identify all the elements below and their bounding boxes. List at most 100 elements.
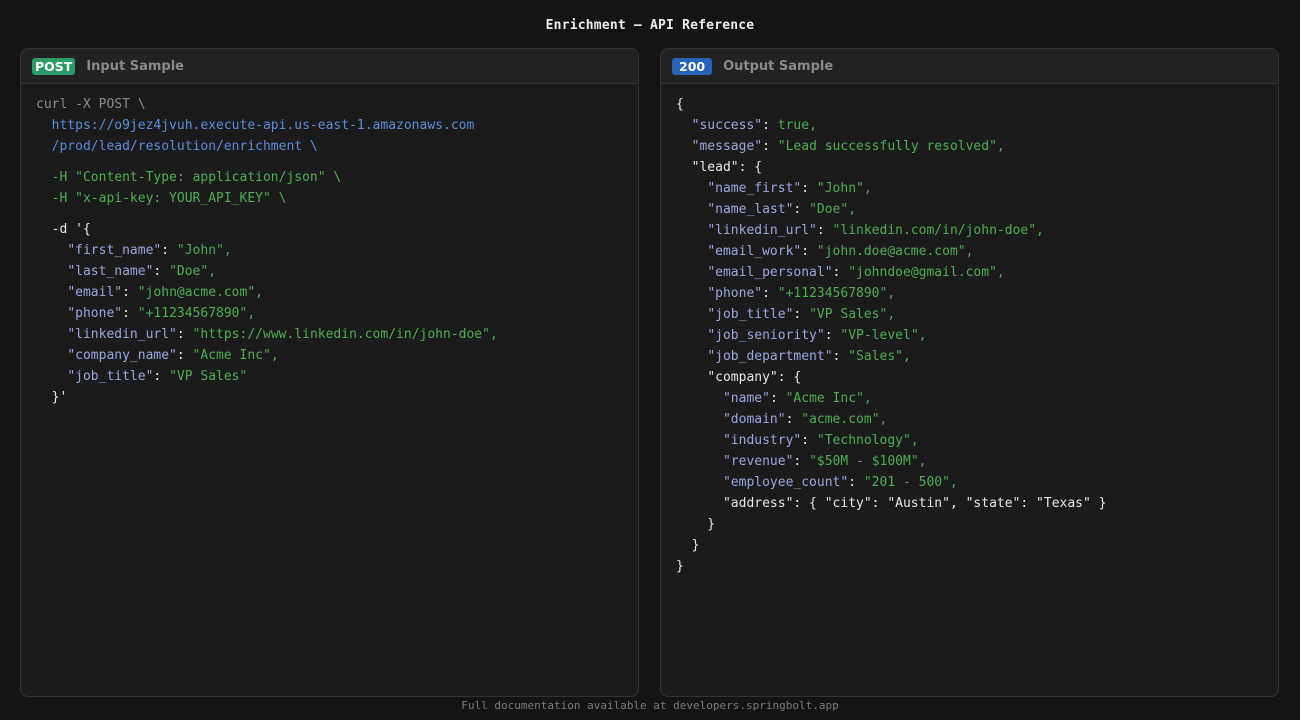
lead-field-value: "Sales", — [848, 349, 911, 364]
data-open-text: -d '{ — [51, 222, 91, 237]
request-body-field-value: "VP Sales" — [169, 369, 248, 384]
header-content-type: -H "Content-Type: application/json" \ — [36, 167, 623, 188]
lead-field-key: "linkedin_url" — [707, 223, 817, 238]
lead-field-value: "VP Sales", — [809, 307, 896, 322]
company-key: "company" — [707, 370, 778, 385]
json-close-brace: } — [676, 559, 684, 574]
footer-note: Full documentation available at develope… — [461, 699, 839, 712]
request-body-field: "job_title": "VP Sales" — [67, 369, 248, 384]
output-panel-label: Output Sample — [723, 58, 834, 74]
request-body-field-key: "first_name" — [67, 243, 162, 258]
success-value: true, — [777, 118, 817, 133]
lead-field: "email_personal": "johndoe@gmail.com", — [707, 265, 1005, 280]
page-title: Enrichment — API Reference — [545, 18, 755, 33]
request-body-field: "phone": "+11234567890", — [67, 306, 256, 321]
lead-field: "job_department": "Sales", — [707, 349, 911, 364]
json-address-line: "address": { "city": "Austin", "state": … — [676, 493, 1263, 514]
endpoint-url-path: /prod/lead/resolution/enrichment \ — [36, 136, 623, 157]
input-code-block: curl -X POST \ https://o9jez4jvuh.execut… — [21, 84, 638, 418]
company-field-value: "Technology", — [816, 433, 919, 448]
json-message-line: "message": "Lead successfully resolved", — [691, 139, 1005, 154]
message-value: "Lead successfully resolved", — [777, 139, 1005, 154]
lead-field-key: "email_work" — [707, 244, 802, 259]
header-api-key-text: -H "x-api-key: YOUR_API_KEY" \ — [51, 191, 287, 206]
company-field-key: "revenue" — [722, 454, 794, 469]
message-key: "message" — [691, 139, 763, 154]
json-open-brace: { — [676, 97, 684, 112]
request-body-field-key: "company_name" — [67, 348, 177, 363]
output-code-block: { "success": true, "message": "Lead succ… — [661, 84, 1278, 587]
company-field-value: "201 - 500", — [863, 475, 958, 490]
lead-field-value: "johndoe@gmail.com", — [848, 265, 1005, 280]
request-body-field-key: "phone" — [67, 306, 123, 321]
company-field: "name": "Acme Inc", — [722, 391, 872, 406]
lead-close-brace: } — [676, 538, 700, 553]
input-sample-panel: POST Input Sample curl -X POST \ https:/… — [20, 48, 639, 697]
lead-field-value: "VP-level", — [840, 328, 927, 343]
request-body-field-value: "+11234567890" — [137, 306, 248, 321]
lead-field-key: "email_personal" — [707, 265, 833, 280]
company-field-key: "employee_count" — [722, 475, 849, 490]
method-badge: POST — [32, 57, 76, 75]
lead-field-key: "job_department" — [707, 349, 833, 364]
lead-field: "name_first": "John", — [707, 181, 872, 196]
request-body-field-key: "email" — [67, 285, 123, 300]
request-body-field-key: "last_name" — [67, 264, 154, 279]
json-success-line: "success": true, — [691, 118, 817, 133]
lead-field-key: "job_title" — [707, 307, 794, 322]
lead-key: "lead" — [691, 160, 739, 175]
request-body-field: "first_name": "John", — [67, 243, 232, 258]
lead-field-key: "job_seniority" — [707, 328, 825, 343]
lead-field: "name_last": "Doe", — [707, 202, 857, 217]
company-field-key: "name" — [722, 391, 770, 406]
input-panel-label: Input Sample — [86, 58, 184, 74]
lead-field: "phone": "+11234567890", — [707, 286, 896, 301]
request-body-field: "linkedin_url": "https://www.linkedin.co… — [67, 327, 498, 342]
lead-field-key: "name_first" — [707, 181, 802, 196]
data-close: }' — [36, 387, 623, 408]
output-panel-header: 200 Output Sample — [661, 49, 1278, 84]
data-open: -d '{ — [36, 219, 623, 240]
json-lead-line: "lead": { — [691, 160, 763, 175]
company-field-value: "acme.com", — [801, 412, 888, 427]
output-sample-panel: 200 Output Sample { "success": true, "me… — [660, 48, 1279, 697]
request-body-field-value: "Acme Inc" — [192, 348, 271, 363]
lead-field-key: "name_last" — [707, 202, 794, 217]
company-field: "industry": "Technology", — [722, 433, 919, 448]
company-field: "employee_count": "201 - 500", — [722, 475, 958, 490]
request-body-field-key: "job_title" — [67, 369, 154, 384]
success-key: "success" — [691, 118, 763, 133]
lead-field-value: "Doe", — [809, 202, 857, 217]
curl-command: curl -X POST \ — [36, 97, 146, 112]
company-field-value: "$50M - $100M", — [809, 454, 927, 469]
json-company-line: "company": { — [707, 370, 802, 385]
status-badge: 200 — [672, 57, 713, 75]
lead-field-value: "+11234567890", — [777, 286, 896, 301]
lead-field: "job_seniority": "VP-level", — [707, 328, 927, 343]
header-content-type-text: -H "Content-Type: application/json" \ — [51, 170, 342, 185]
company-field-key: "domain" — [722, 412, 786, 427]
lead-field: "linkedin_url": "linkedin.com/in/john-do… — [707, 223, 1044, 238]
request-body-field-key: "linkedin_url" — [67, 327, 177, 342]
company-field-key: "industry" — [722, 433, 802, 448]
lead-field-value: "linkedin.com/in/john-doe", — [832, 223, 1044, 238]
request-body-field-value: "Doe" — [169, 264, 209, 279]
input-panel-header: POST Input Sample — [21, 49, 638, 84]
header-api-key: -H "x-api-key: YOUR_API_KEY" \ — [36, 188, 623, 209]
request-body-field-value: "john@acme.com" — [137, 285, 256, 300]
company-field: "revenue": "$50M - $100M", — [722, 454, 927, 469]
url-path-text: /prod/lead/resolution/enrichment \ — [51, 139, 318, 154]
lead-field-value: "John", — [816, 181, 872, 196]
lead-field-key: "phone" — [707, 286, 763, 301]
data-close-text: }' — [51, 390, 68, 405]
request-body-field: "last_name": "Doe", — [67, 264, 217, 279]
endpoint-url-host: https://o9jez4jvuh.execute-api.us-east-1… — [36, 115, 623, 136]
request-body-field-value: "https://www.linkedin.com/in/john-doe" — [192, 327, 490, 342]
request-body-field: "company_name": "Acme Inc", — [67, 348, 279, 363]
request-body-field-value: "John" — [176, 243, 224, 258]
address-text: "address": { "city": "Austin", "state": … — [722, 496, 1107, 511]
request-body-field: "email": "john@acme.com", — [67, 285, 263, 300]
lead-field: "job_title": "VP Sales", — [707, 307, 896, 322]
lead-field: "email_work": "john.doe@acme.com", — [707, 244, 974, 259]
lead-field-value: "john.doe@acme.com", — [816, 244, 974, 259]
